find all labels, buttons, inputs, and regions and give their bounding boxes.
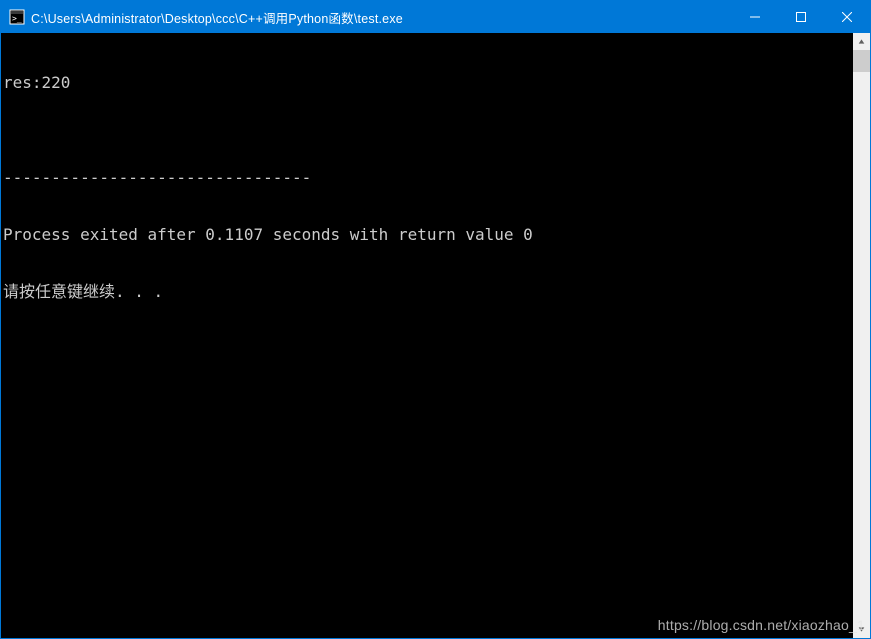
console-output[interactable]: res:220 --------------------------------… — [1, 33, 853, 638]
svg-text:>_: >_ — [12, 14, 22, 23]
scroll-thumb[interactable] — [853, 50, 870, 72]
client-area: res:220 --------------------------------… — [1, 33, 870, 638]
console-line: -------------------------------- — [3, 168, 853, 187]
window-title: C:\Users\Administrator\Desktop\ccc\C++调用… — [31, 8, 732, 27]
window-controls — [732, 1, 870, 33]
scroll-track[interactable] — [853, 50, 870, 621]
vertical-scrollbar[interactable] — [853, 33, 870, 638]
minimize-button[interactable] — [732, 1, 778, 33]
scroll-down-button[interactable] — [853, 621, 870, 638]
console-line: 请按任意键继续. . . — [3, 282, 853, 301]
console-window: >_ C:\Users\Administrator\Desktop\ccc\C+… — [0, 0, 871, 639]
close-button[interactable] — [824, 1, 870, 33]
titlebar[interactable]: >_ C:\Users\Administrator\Desktop\ccc\C+… — [1, 1, 870, 33]
app-icon: >_ — [9, 9, 25, 25]
maximize-button[interactable] — [778, 1, 824, 33]
scroll-up-button[interactable] — [853, 33, 870, 50]
console-line: Process exited after 0.1107 seconds with… — [3, 225, 853, 244]
console-line: res:220 — [3, 73, 853, 92]
